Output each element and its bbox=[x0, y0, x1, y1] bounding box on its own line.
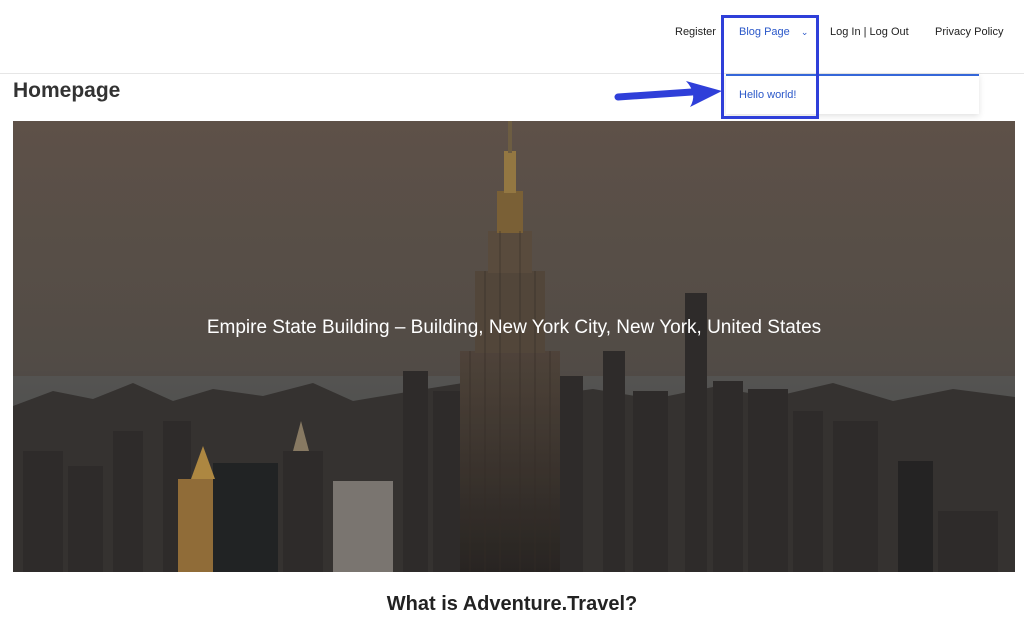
city-skyline-image bbox=[13, 121, 1015, 572]
dropdown-item-hello-world[interactable]: Hello world! bbox=[739, 89, 796, 101]
nav-privacy-policy-link[interactable]: Privacy Policy bbox=[935, 26, 1003, 38]
arrow-right-icon bbox=[614, 81, 722, 107]
nav-register-link[interactable]: Register bbox=[675, 26, 716, 38]
hero-caption: Empire State Building – Building, New Yo… bbox=[206, 317, 822, 338]
top-navigation: Register Blog Page ⌄ Log In | Log Out Pr… bbox=[0, 0, 1024, 74]
nav-login-logout-link[interactable]: Log In | Log Out bbox=[830, 26, 909, 38]
section-heading: What is Adventure.Travel? bbox=[386, 593, 638, 615]
hero-banner: Empire State Building – Building, New Yo… bbox=[13, 121, 1015, 572]
nav-blog-page-link[interactable]: Blog Page ⌄ bbox=[739, 26, 808, 38]
blog-page-dropdown-menu: Hello world! bbox=[726, 74, 979, 114]
page-title: Homepage bbox=[13, 79, 121, 102]
nav-blog-page-label: Blog Page bbox=[739, 26, 790, 38]
chevron-down-icon[interactable]: ⌄ bbox=[801, 27, 809, 38]
